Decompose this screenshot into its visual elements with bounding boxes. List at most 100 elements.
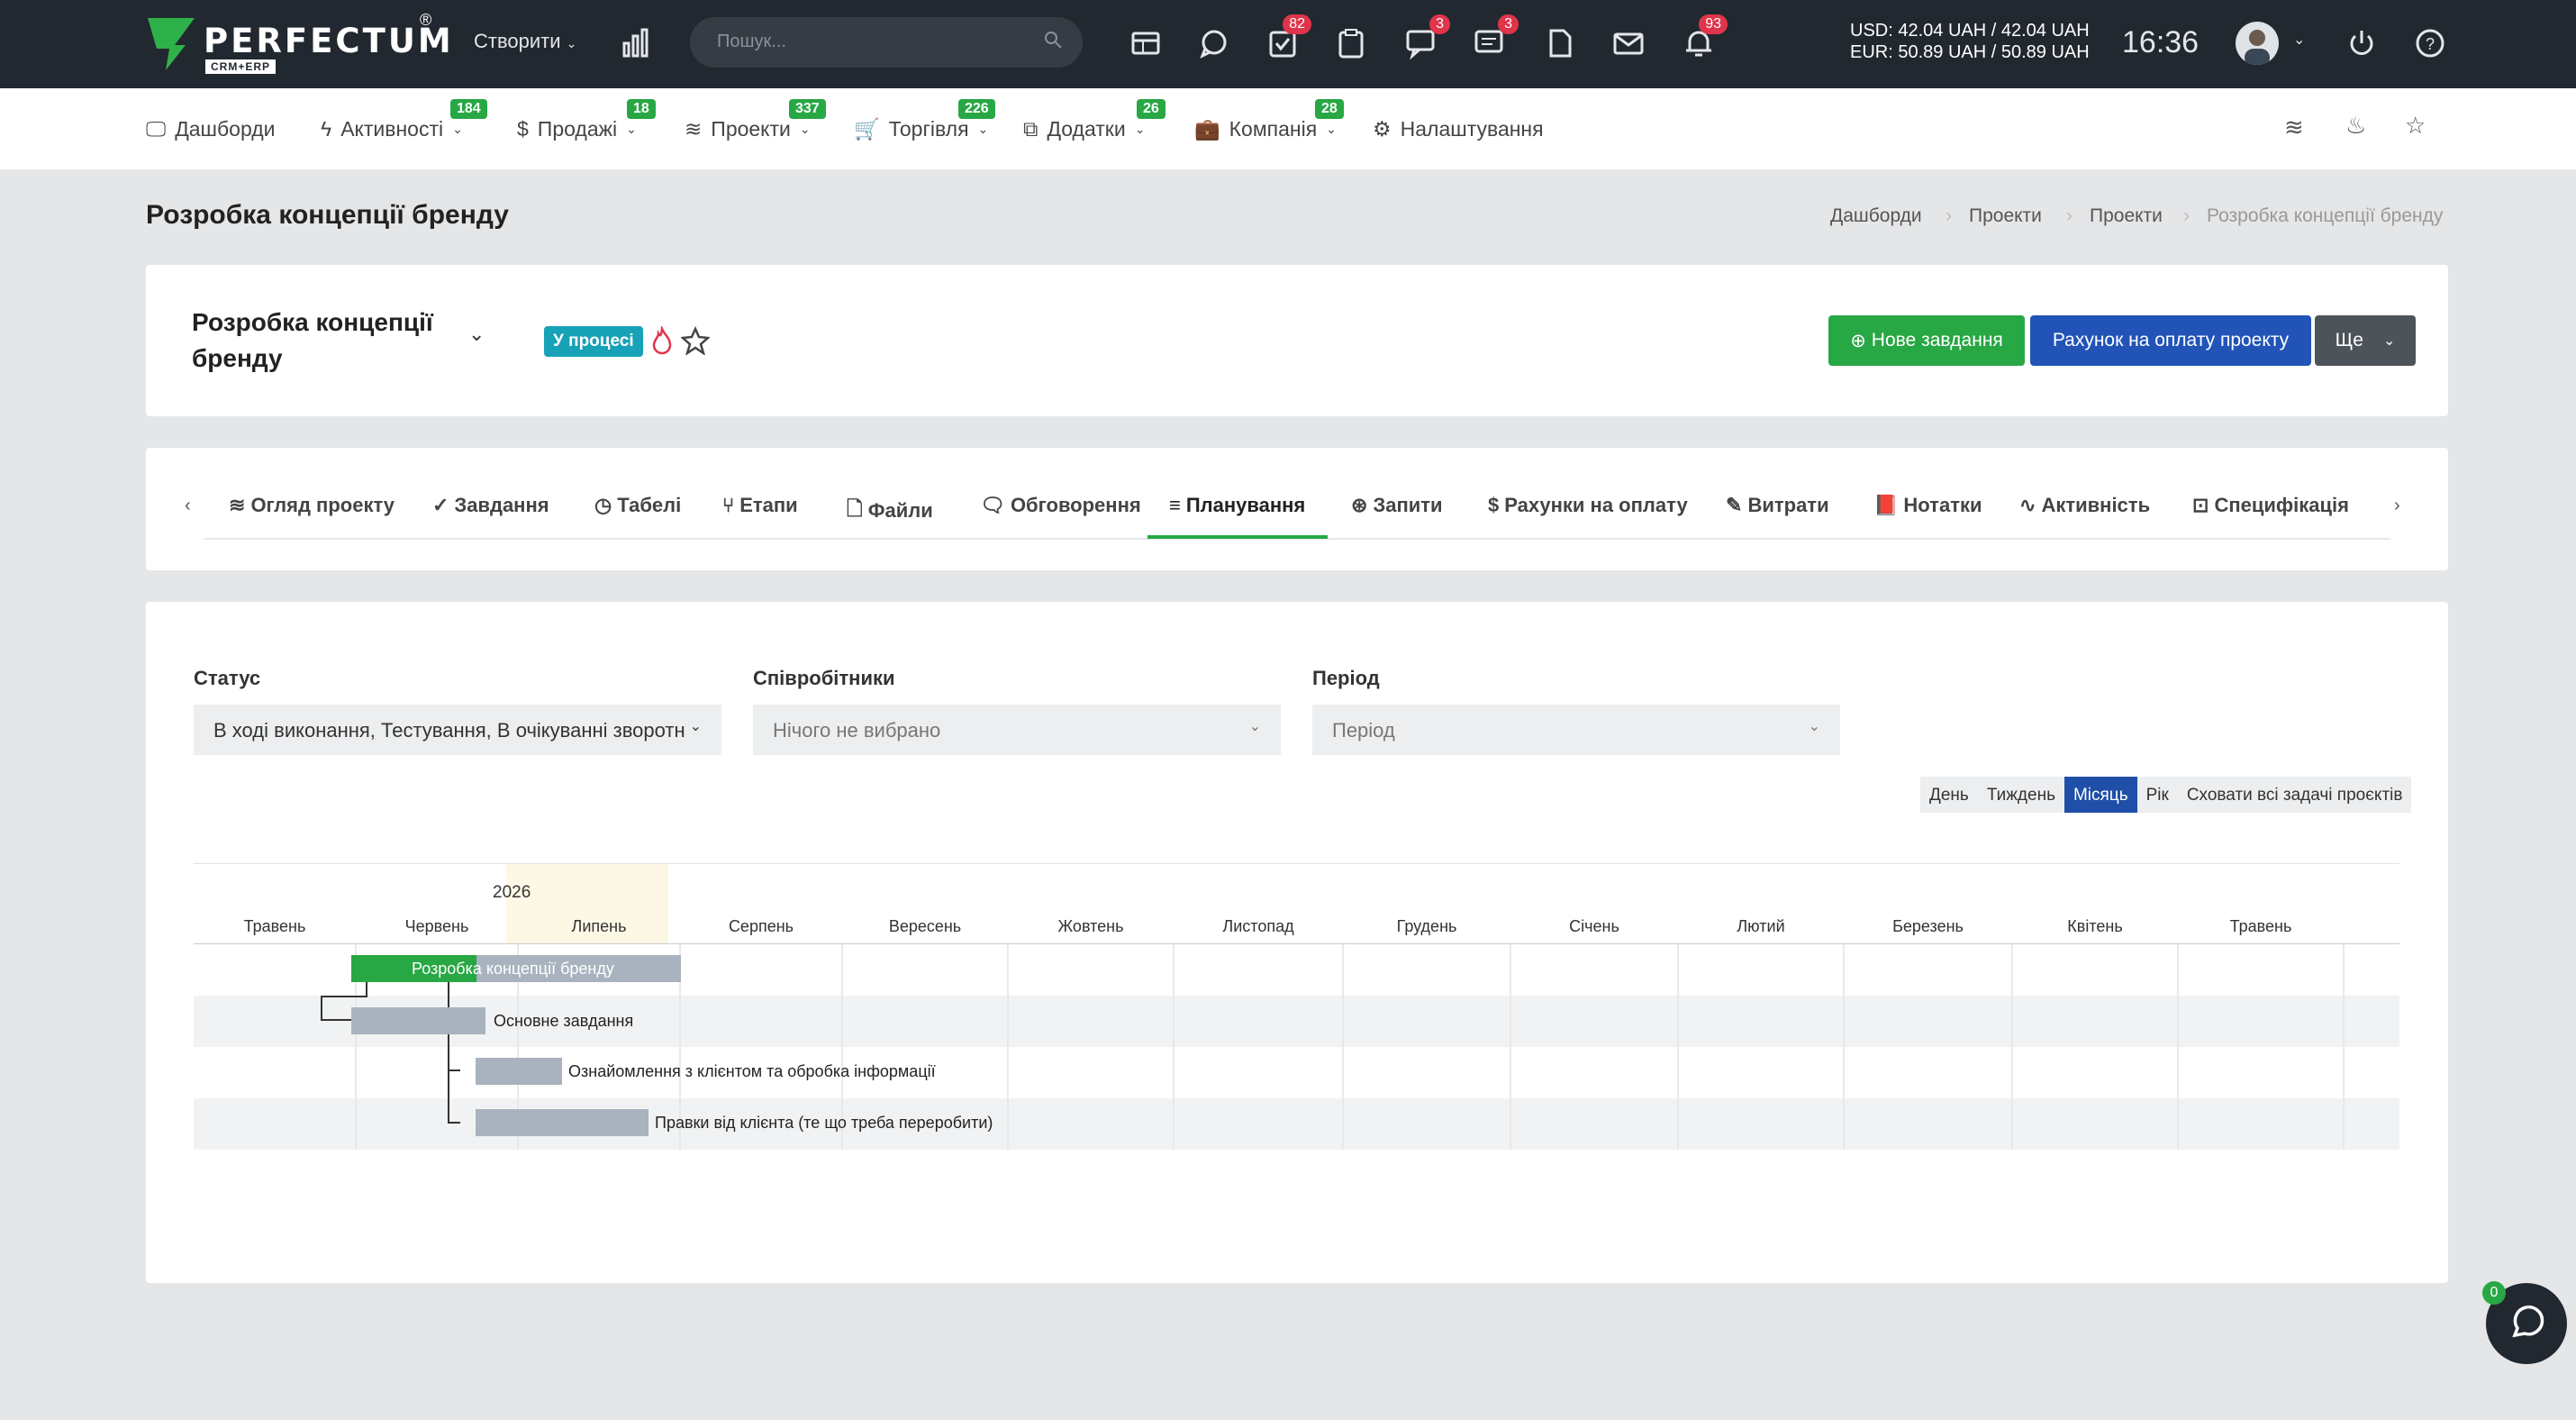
task-bar[interactable] xyxy=(476,1109,649,1136)
tabs-scroll-left-icon[interactable]: ‹ xyxy=(185,496,191,516)
tab-overview[interactable]: ≋ Огляд проекту xyxy=(229,494,395,517)
tab-specification[interactable]: ⊡ Специфікація xyxy=(2192,494,2349,517)
gantt-year: 2026 xyxy=(493,883,531,902)
tab-discussions[interactable]: 🗨 Обговорення xyxy=(980,494,1141,517)
gantt-month-label: Жовтень xyxy=(1058,917,1124,935)
gantt-month-label: Липень xyxy=(572,917,627,935)
status-filter-select[interactable]: В ході виконання, Тестування, В очікуван… xyxy=(194,705,721,755)
project-title-line: Розробка концепції xyxy=(192,308,433,336)
chevron-down-icon[interactable]: ⌄ xyxy=(468,323,485,346)
help-icon[interactable]: ? xyxy=(2412,25,2448,61)
currency-usd: USD: 42.04 UAH / 42.04 UAH xyxy=(1850,21,2090,41)
discussions-badge: 3 xyxy=(1429,14,1450,34)
tab-notes[interactable]: 📕 Нотатки xyxy=(1873,494,1982,517)
view-mode-switch: День Тиждень Місяць Рік Сховати всі зада… xyxy=(1920,777,2412,813)
chevron-down-icon[interactable]: ⌄ xyxy=(2293,31,2305,49)
messages-badge: 3 xyxy=(1498,14,1519,34)
edit-icon: ✎ xyxy=(1726,494,1743,516)
avatar[interactable] xyxy=(2236,22,2279,65)
nav-activities[interactable]: ϟ Активності ⌄ xyxy=(321,117,463,141)
clipboard-icon[interactable] xyxy=(1333,25,1369,61)
task-bar[interactable] xyxy=(351,1007,485,1034)
fire-icon[interactable] xyxy=(650,326,674,355)
staff-filter-select[interactable]: Нічого не вибрано ⌄ xyxy=(753,705,1281,755)
nav-badge-apps: 26 xyxy=(1137,99,1166,119)
dollar-icon: $ xyxy=(1488,494,1500,516)
tab-label: Нотатки xyxy=(1903,494,1982,516)
power-icon[interactable] xyxy=(2344,25,2380,61)
messages-icon[interactable]: 3 xyxy=(1472,14,1519,61)
briefcase-icon: ⊡ xyxy=(2192,494,2209,516)
mail-icon[interactable] xyxy=(1610,25,1646,61)
layers-icon: ≋ xyxy=(685,117,703,141)
view-week-button[interactable]: Тиждень xyxy=(1978,777,2064,813)
breadcrumb-separator: › xyxy=(1946,205,1952,226)
gantt-month-label: Березень xyxy=(1892,917,1964,935)
tab-label: Запити xyxy=(1373,494,1443,516)
tab-requests[interactable]: ⊛ Запити xyxy=(1351,494,1443,517)
nav-company[interactable]: 💼 Компанія ⌄ xyxy=(1194,117,1337,141)
tab-tasks[interactable]: ✓ Завдання xyxy=(432,494,549,517)
invoice-button[interactable]: Рахунок на оплату проекту xyxy=(2030,315,2311,366)
nav-settings[interactable]: ⚙ Налаштування xyxy=(1373,117,1544,141)
tab-expenses[interactable]: ✎ Витрати xyxy=(1726,494,1829,517)
tab-label: Завдання xyxy=(454,494,549,516)
nav-projects[interactable]: ≋ Проекти ⌄ xyxy=(685,117,811,141)
period-filter-select[interactable]: Період ⌄ xyxy=(1312,705,1840,755)
hide-all-tasks-button[interactable]: Сховати всі задачі проєктів xyxy=(2178,777,2412,813)
gantt-month-label: Грудень xyxy=(1397,917,1457,935)
nav-dashboards[interactable]: 🖵 Дашборди xyxy=(146,117,276,141)
nav-badge-projects: 337 xyxy=(789,99,826,119)
bolt-icon: ϟ xyxy=(321,117,332,141)
nav-trade[interactable]: 🛒 Торгівля ⌄ xyxy=(854,117,988,141)
view-year-button[interactable]: Рік xyxy=(2137,777,2178,813)
top-bar: PERFECTUM ® CRM+ERP Створити ⌄ Пошук... … xyxy=(0,0,2576,88)
tab-invoices[interactable]: $ Рахунки на оплату xyxy=(1488,494,1688,517)
nav-badge-trade: 226 xyxy=(958,99,995,119)
chat-icon[interactable] xyxy=(1196,25,1232,61)
period-filter-value: Період xyxy=(1332,719,1395,742)
tab-milestones[interactable]: ⑂ Етапи xyxy=(722,494,798,517)
task-bar[interactable] xyxy=(476,1058,562,1085)
document-icon[interactable] xyxy=(1542,25,1578,61)
cart-icon: 🛒 xyxy=(854,117,880,141)
search-placeholder: Пошук... xyxy=(717,32,786,51)
tab-planning[interactable]: ≡ Планування xyxy=(1169,494,1305,517)
nav-label: Додатки xyxy=(1047,117,1126,141)
nav-sales[interactable]: $ Продажі ⌄ xyxy=(517,117,637,141)
fire-icon[interactable]: ♨ xyxy=(2345,112,2366,140)
view-month-button[interactable]: Місяць xyxy=(2064,777,2137,813)
reports-icon[interactable] xyxy=(621,27,650,58)
gantt-task-project[interactable]: Розробка концепції бренду xyxy=(351,955,681,982)
project-title[interactable]: Розробка концепції бренду xyxy=(192,305,433,377)
tab-timesheets[interactable]: ◷ Табелі xyxy=(594,494,681,517)
breadcrumb-projects[interactable]: Проекти xyxy=(1969,205,2042,227)
calendar-table-icon[interactable] xyxy=(1128,25,1164,61)
more-button[interactable]: Ще ⌄ xyxy=(2315,315,2416,366)
star-icon[interactable] xyxy=(681,326,710,355)
tabs-scroll-right-icon[interactable]: › xyxy=(2394,496,2400,516)
star-icon[interactable]: ☆ xyxy=(2405,112,2426,140)
nav-apps[interactable]: ⧉ Додатки ⌄ xyxy=(1023,117,1145,141)
gantt-chart: 2026 Травень Червень Липень Серпень Вересень… xyxy=(194,863,2399,1150)
tab-activity[interactable]: ∿ Активність xyxy=(2019,494,2150,517)
search-input[interactable]: Пошук... xyxy=(690,17,1083,68)
check-circle-icon: ✓ xyxy=(432,494,449,516)
svg-text:?: ? xyxy=(2426,35,2435,53)
create-menu[interactable]: Створити ⌄ xyxy=(474,30,576,53)
task-label: Основне завдання xyxy=(494,1012,633,1030)
view-day-button[interactable]: День xyxy=(1920,777,1978,813)
notifications-icon[interactable]: 93 xyxy=(1681,14,1728,61)
layers-icon[interactable]: ≋ xyxy=(2284,114,2304,141)
discussions-icon[interactable]: 3 xyxy=(1403,14,1450,61)
period-filter-label: Період xyxy=(1312,667,1380,689)
breadcrumb-dashboards[interactable]: Дашборди xyxy=(1830,205,1922,227)
layers-icon: ≋ xyxy=(229,494,246,516)
breadcrumb-projects-2[interactable]: Проекти xyxy=(2090,205,2163,227)
task-label: Правки від клієнта (те що треба перероби… xyxy=(655,1114,993,1132)
new-task-button[interactable]: ⊕ Нове завдання xyxy=(1828,315,2025,366)
tasks-icon[interactable]: 82 xyxy=(1265,14,1311,61)
nav-badge-activities: 184 xyxy=(450,99,487,119)
tab-files[interactable]: 🗋 Файли xyxy=(847,494,933,528)
tab-label: Активність xyxy=(2041,494,2151,516)
